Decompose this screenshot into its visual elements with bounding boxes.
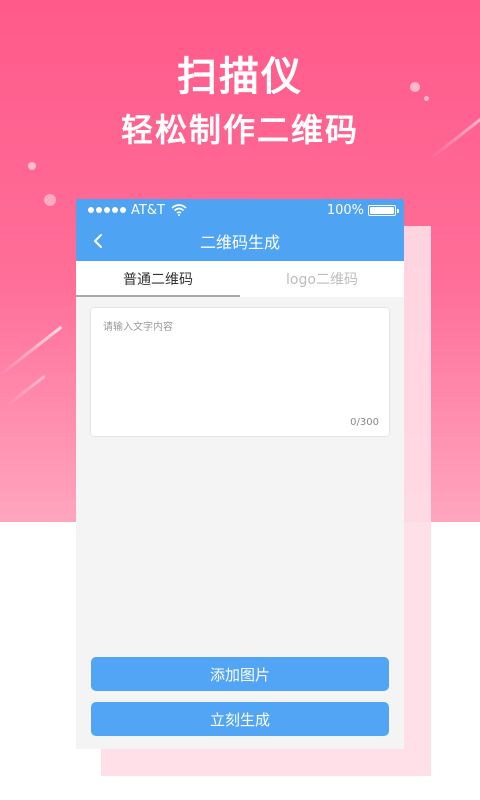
tab-bar: 普通二维码 logo二维码 <box>76 261 404 297</box>
wifi-icon <box>171 204 187 216</box>
tab-logo-qrcode[interactable]: logo二维码 <box>240 261 404 297</box>
decor-dot <box>28 162 36 170</box>
status-right: 100% <box>326 202 399 218</box>
carrier-label: AT&T <box>131 202 165 218</box>
decor-streak <box>0 325 63 378</box>
decor-dot <box>44 194 56 206</box>
back-button[interactable] <box>86 229 110 253</box>
battery-icon <box>368 204 399 216</box>
chevron-left-icon <box>94 234 102 248</box>
tab-normal-qrcode[interactable]: 普通二维码 <box>76 261 240 297</box>
add-image-button[interactable]: 添加图片 <box>91 657 389 691</box>
phone-screen: AT&T 100% 二维码生成 普通二维码 logo二维码 0/300 添加图片… <box>76 199 404 749</box>
nav-bar: 二维码生成 <box>76 221 404 261</box>
status-bar: AT&T 100% <box>76 199 404 221</box>
char-counter: 0/300 <box>350 417 379 428</box>
decor-streak <box>4 374 46 409</box>
page-title: 二维码生成 <box>199 233 280 252</box>
signal-dots-icon <box>88 207 126 213</box>
promo-title: 扫描仪 <box>177 54 303 100</box>
promo-subtitle: 轻松制作二维码 <box>120 111 359 149</box>
text-input-card: 0/300 <box>90 307 390 437</box>
generate-button[interactable]: 立刻生成 <box>91 702 389 736</box>
text-content-input[interactable] <box>103 318 377 406</box>
battery-percent: 100% <box>326 202 364 218</box>
promo-headline: 扫描仪 轻松制作二维码 <box>0 54 480 150</box>
